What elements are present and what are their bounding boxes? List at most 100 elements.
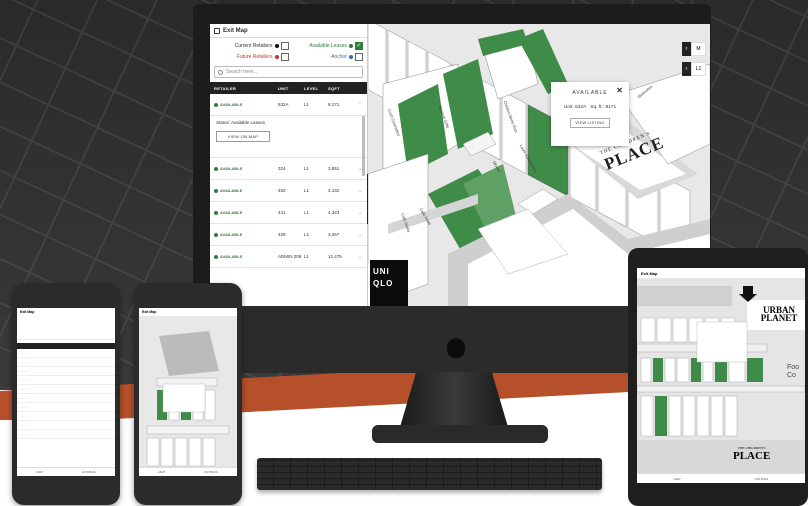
row-sqft: 3,851 (328, 166, 340, 171)
status-dot-icon (214, 232, 218, 237)
phone-bottom-nav: MAP LISTINGS (139, 467, 237, 476)
available-checkbox[interactable]: ✓ (355, 42, 363, 50)
future-dot-icon (274, 55, 279, 59)
row-status: AVAILABLE (220, 254, 243, 259)
chevron-left-icon[interactable]: ‹ (682, 62, 691, 76)
status-dot-icon (214, 102, 218, 107)
view-listing-button[interactable]: VIEW LISTING (570, 118, 610, 128)
row-level: L1 (304, 232, 310, 237)
floor-l1[interactable]: ‹ L1 (682, 62, 706, 76)
list-item[interactable]: ……… (17, 421, 115, 430)
row-unit: ADMIN 209 (278, 254, 302, 259)
search-icon (218, 69, 223, 75)
tablet-nav-map[interactable]: MAP (674, 477, 681, 481)
popup-sqft: Sq. ft.: 8171 (590, 105, 617, 110)
table-row[interactable]: AVAILABLE 441 L1 4,323 ⌄ (210, 202, 367, 224)
list-item[interactable]: ……… (17, 412, 115, 421)
search-placeholder: Search here... (226, 69, 258, 75)
unit-popup: ✕ AVAILABLE Unit: 632A Sq. ft.: 8171 VIE… (551, 82, 629, 146)
list-item[interactable]: ……… (17, 349, 115, 358)
row-unit: 324 (278, 166, 286, 171)
table-row[interactable]: AVAILABLE 324 L1 3,851 ⌄ (210, 158, 367, 180)
list-item[interactable]: ……… (17, 376, 115, 385)
legend-future-label: Future Retailers (236, 54, 273, 60)
view-on-map-button[interactable]: VIEW ON MAP (216, 131, 270, 142)
list-item[interactable]: ……… (17, 367, 115, 376)
floor-label[interactable]: L1 (691, 62, 706, 76)
list-item[interactable]: ……… (17, 394, 115, 403)
list-item[interactable]: ……… (17, 358, 115, 367)
food-court-label: Foo Co (787, 364, 800, 379)
current-dot-icon (274, 44, 279, 48)
legend-available-label: Available Leases (309, 43, 347, 49)
status-dot-icon (214, 210, 218, 215)
tablet-nav-listings[interactable]: LISTINGS (754, 477, 768, 481)
apple-logo-icon (447, 338, 465, 358)
tablet-place-big: PLACE (733, 450, 771, 462)
status-dot-icon (214, 188, 218, 193)
phone-nav-listings[interactable]: LISTINGS (204, 470, 218, 474)
floor-label[interactable]: M (691, 42, 706, 56)
current-checkbox[interactable] (280, 42, 289, 50)
list-item[interactable]: ……… (17, 385, 115, 394)
tablet-place-logo: THE CHILDREN'S PLACE (733, 446, 770, 462)
urban-planet-label: URBAN PLANET (760, 305, 798, 323)
row-status: AVAILABLE (220, 232, 243, 237)
phone-bottom-nav: MAP LISTINGS (17, 467, 115, 476)
keyboard (257, 458, 602, 490)
phone-title: Exit Map (20, 310, 35, 314)
row-level: L1 (304, 254, 310, 259)
phone-nav-listings[interactable]: LISTINGS (82, 470, 96, 474)
phone-nav-map[interactable]: MAP (36, 470, 43, 474)
phone-nav-map[interactable]: MAP (158, 470, 165, 474)
retailer-panel: Exit Map Current Retailers Available Lea… (210, 24, 368, 306)
legend-future[interactable]: Future Retailers (214, 53, 289, 61)
search-input[interactable]: Search here... (214, 66, 363, 78)
table-row[interactable]: AVAILABLE 450 L1 4,132 ⌄ (210, 180, 367, 202)
phone-map-screen: Exit Map MAP LISTINGS (139, 308, 237, 476)
table-row[interactable]: AVAILABLE 428 L1 3,357 ⌄ (210, 224, 367, 246)
row-sqft: 8,171 (328, 102, 340, 107)
col-level[interactable]: LEVEL (304, 86, 328, 91)
table-row[interactable]: AVAILABLE ADMIN 209 L1 12,475 ⌄ (210, 246, 367, 268)
detail-status: Status: Available Leases (216, 120, 265, 125)
list-item[interactable]: ……… (17, 430, 115, 439)
row-unit: 428 (278, 232, 286, 237)
table-row[interactable]: AVAILABLE 632A L1 8,171 ⌃ (210, 94, 367, 116)
list-item[interactable]: ……… (17, 403, 115, 412)
phone-map[interactable] (139, 316, 237, 476)
phone-list-screen: Exit Map ……… ……… ……… ……… ……… ……… ……… ………… (17, 308, 115, 476)
anchor-dot-icon (349, 55, 353, 59)
floor-selector: ‹ M ‹ L1 (682, 42, 706, 76)
row-sqft: 4,323 (328, 210, 340, 215)
panel-scrollbar[interactable] (362, 116, 365, 176)
table-header: RETAILER UNIT LEVEL SQFT (210, 82, 367, 94)
col-unit[interactable]: UNIT (278, 86, 304, 91)
uniqlo-logo: UNI QLO (370, 260, 408, 306)
row-sqft: 3,357 (328, 232, 340, 237)
legend-available[interactable]: Available Leases ✓ (289, 42, 363, 50)
panel-title: Exit Map (223, 27, 248, 34)
monitor-stand (400, 372, 508, 427)
status-dot-icon (214, 254, 218, 259)
chevron-left-icon[interactable]: ‹ (682, 42, 691, 56)
row-status: AVAILABLE (220, 166, 243, 171)
status-dot-icon (214, 166, 218, 171)
tablet-title: Exit Map (637, 268, 805, 278)
row-unit: 450 (278, 188, 286, 193)
floor-m[interactable]: ‹ M (682, 42, 706, 56)
legend-anchor[interactable]: Anchor (289, 53, 363, 61)
future-checkbox[interactable] (280, 53, 289, 61)
col-retailer[interactable]: RETAILER (214, 86, 278, 91)
close-icon[interactable]: ✕ (616, 86, 623, 95)
popup-info: Unit: 632A Sq. ft.: 8171 (551, 105, 629, 110)
col-sqft[interactable]: SQFT (328, 86, 358, 91)
row-level: L1 (304, 102, 310, 107)
legend-current[interactable]: Current Retailers (214, 42, 289, 50)
exit-map-icon (214, 27, 220, 34)
row-level: L1 (304, 210, 310, 215)
tablet-bottom-nav: MAP LISTINGS (637, 473, 805, 483)
anchor-checkbox[interactable] (355, 53, 363, 61)
row-detail: Status: Available Leases VIEW ON MAP (210, 116, 367, 158)
row-unit: 632A (278, 102, 289, 107)
